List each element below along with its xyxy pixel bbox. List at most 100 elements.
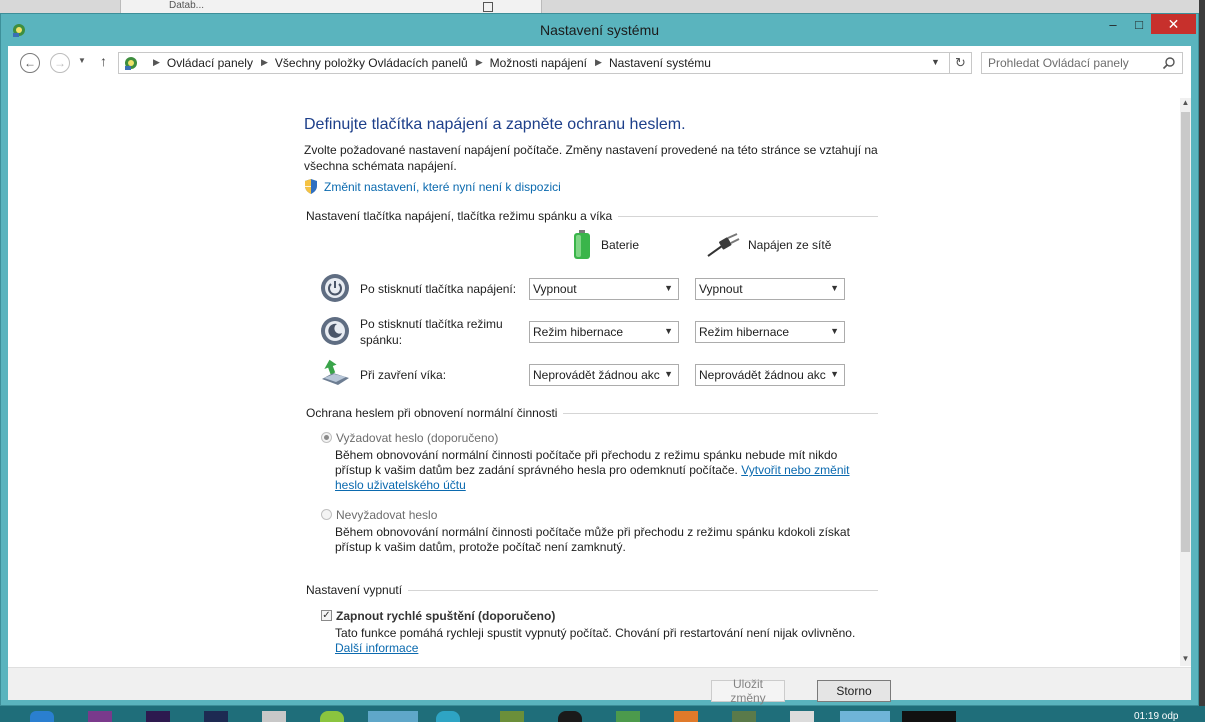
lid-close-plugged-select[interactable]: Neprovádět žádnou akc ▼ — [695, 364, 845, 386]
refresh-button[interactable]: ↻ — [950, 52, 972, 74]
fast-startup-text: Tato funkce pomáhá rychleji spustit vypn… — [335, 626, 856, 640]
app-icon[interactable] — [436, 711, 460, 722]
notification-area[interactable] — [990, 711, 1070, 722]
chevron-down-icon: ▼ — [664, 283, 673, 293]
breadcrumb-item[interactable]: Všechny položky Ovládacích panelů — [275, 56, 468, 70]
premiere-icon[interactable] — [146, 711, 170, 722]
breadcrumb-item[interactable]: Možnosti napájení — [490, 56, 587, 70]
control-panel-taskbar-icon[interactable] — [368, 711, 418, 722]
refresh-icon: ↻ — [955, 55, 966, 70]
onenote-icon[interactable] — [88, 711, 112, 722]
sleep-button-label: Po stisknutí tlačítka režimu spánku: — [360, 317, 503, 347]
breadcrumb-item[interactable]: Nastavení systému — [609, 56, 711, 70]
battery-column-label: Baterie — [601, 238, 640, 252]
taskbar: 01:19 odp — [0, 706, 1205, 722]
app-icon[interactable] — [732, 711, 756, 722]
up-arrow-icon[interactable]: ↑ — [100, 53, 107, 69]
more-info-link[interactable]: Další informace — [335, 641, 418, 655]
fast-startup-description: Tato funkce pomáhá rychleji spustit vypn… — [335, 626, 875, 656]
after-effects-icon[interactable] — [204, 711, 228, 722]
power-button-icon — [321, 274, 349, 302]
address-dropdown-chevron-icon[interactable]: ▼ — [931, 57, 940, 67]
breadcrumb: ▶ Ovládací panely ▶ Všechny položky Ovlá… — [145, 56, 711, 70]
change-unavailable-settings-link[interactable]: Změnit nastavení, které nyní není k disp… — [304, 179, 561, 194]
change-settings-link-label[interactable]: Změnit nastavení, které nyní není k disp… — [324, 180, 561, 194]
scrollbar-thumb[interactable] — [1181, 112, 1190, 552]
title-bar[interactable]: Nastavení systému – □ ✕ — [1, 14, 1198, 46]
chevron-down-icon: ▼ — [830, 326, 839, 336]
breadcrumb-chevron-icon[interactable]: ▶ — [468, 57, 490, 71]
battery-column-header: Baterie — [571, 230, 639, 260]
app-icon[interactable] — [500, 711, 524, 722]
app-icon[interactable] — [674, 711, 698, 722]
fast-startup-checkbox[interactable]: ✓ — [321, 610, 332, 621]
window-client-area: ← → ▼ ↑ ▶ Ovládací panely ▶ Všechny polo… — [8, 46, 1191, 705]
window-title: Nastavení systému — [539, 22, 660, 38]
search-box[interactable] — [981, 52, 1183, 74]
select-value: Režim hibernace — [699, 325, 790, 339]
scroll-up-chevron-icon[interactable]: ▲ — [1180, 98, 1191, 110]
breadcrumb-item[interactable]: Ovládací panely — [167, 56, 253, 70]
require-password-radio[interactable] — [321, 432, 332, 443]
power-button-label: Po stisknutí tlačítka napájení: — [360, 282, 517, 296]
password-section-title: Ochrana heslem při obnovení normální čin… — [306, 406, 564, 420]
breadcrumb-chevron-icon[interactable]: ▶ — [587, 57, 609, 71]
app-icon[interactable] — [320, 711, 344, 722]
plugged-in-column-label: Napájen ze sítě — [748, 238, 832, 252]
background-desktop: Datab... — [0, 0, 1205, 15]
dialog-footer: Uložit změny Storno — [8, 667, 1191, 705]
control-panel-window: Nastavení systému – □ ✕ ← → ▼ ↑ ▶ Ovláda… — [0, 13, 1199, 706]
sleep-button-battery-select[interactable]: Režim hibernace ▼ — [529, 321, 679, 343]
fast-startup-label: Zapnout rychlé spuštění (doporučeno) — [336, 609, 556, 623]
laptop-lid-icon — [322, 359, 349, 385]
no-password-description: Během obnovování normální činnosti počít… — [335, 525, 850, 554]
power-plug-icon — [707, 233, 740, 257]
background-window-title: Datab... — [169, 0, 205, 11]
scroll-down-chevron-icon[interactable]: ▼ — [1180, 654, 1191, 666]
no-password-label: Nevyžadovat heslo — [336, 508, 438, 522]
search-icon[interactable] — [1162, 56, 1176, 70]
lid-close-label: Při zavření víka: — [360, 368, 447, 382]
search-input[interactable] — [988, 56, 1158, 70]
background-maximize-icon[interactable] — [483, 2, 493, 12]
vertical-scrollbar[interactable]: ▲ ▼ — [1180, 98, 1191, 666]
app-icon[interactable] — [558, 711, 582, 722]
app-icon[interactable] — [262, 711, 286, 722]
no-password-radio[interactable] — [321, 509, 332, 520]
select-value: Režim hibernace — [533, 325, 624, 339]
power-button-battery-select[interactable]: Vypnout ▼ — [529, 278, 679, 300]
select-value: Vypnout — [699, 282, 743, 296]
close-button[interactable]: ✕ — [1151, 14, 1196, 34]
plugged-in-column-header: Napájen ze sítě — [706, 232, 831, 258]
lid-close-battery-select[interactable]: Neprovádět žádnou akc ▼ — [529, 364, 679, 386]
app-icon[interactable] — [790, 711, 814, 722]
app-icon[interactable] — [616, 711, 640, 722]
sleep-button-plugged-select[interactable]: Režim hibernace ▼ — [695, 321, 845, 343]
cancel-button[interactable]: Storno — [817, 680, 891, 702]
select-value: Neprovádět žádnou akc — [699, 368, 826, 382]
require-password-label: Vyžadovat heslo (doporučeno) — [336, 431, 499, 445]
chevron-down-icon: ▼ — [664, 326, 673, 336]
power-section-title: Nastavení tlačítka napájení, tlačítka re… — [306, 209, 619, 223]
breadcrumb-chevron-icon[interactable]: ▶ — [253, 57, 275, 71]
select-value: Neprovádět žádnou akc — [533, 368, 660, 382]
app-icon[interactable] — [902, 711, 956, 722]
save-changes-button[interactable]: Uložit změny — [711, 677, 785, 705]
page-title: Definujte tlačítka napájení a zapněte oc… — [304, 116, 686, 133]
select-value: Vypnout — [533, 282, 577, 296]
sleep-button-icon — [321, 317, 349, 345]
back-button[interactable]: ← — [20, 53, 40, 73]
taskbar-clock[interactable]: 01:19 odp — [1134, 711, 1179, 722]
internet-explorer-icon[interactable] — [30, 711, 54, 722]
uac-shield-icon — [305, 179, 317, 194]
power-button-plugged-select[interactable]: Vypnout ▼ — [695, 278, 845, 300]
background-desktop-edge — [1199, 0, 1205, 722]
app-icon[interactable] — [840, 711, 890, 722]
address-bar[interactable]: ▶ Ovládací panely ▶ Všechny položky Ovlá… — [118, 52, 950, 74]
recent-locations-chevron-icon[interactable]: ▼ — [78, 56, 86, 65]
breadcrumb-chevron-icon[interactable]: ▶ — [145, 57, 167, 71]
forward-button[interactable]: → — [50, 53, 70, 73]
chevron-down-icon: ▼ — [830, 283, 839, 293]
require-password-description: Během obnovování normální činnosti počít… — [335, 448, 875, 493]
chevron-down-icon: ▼ — [664, 369, 673, 379]
